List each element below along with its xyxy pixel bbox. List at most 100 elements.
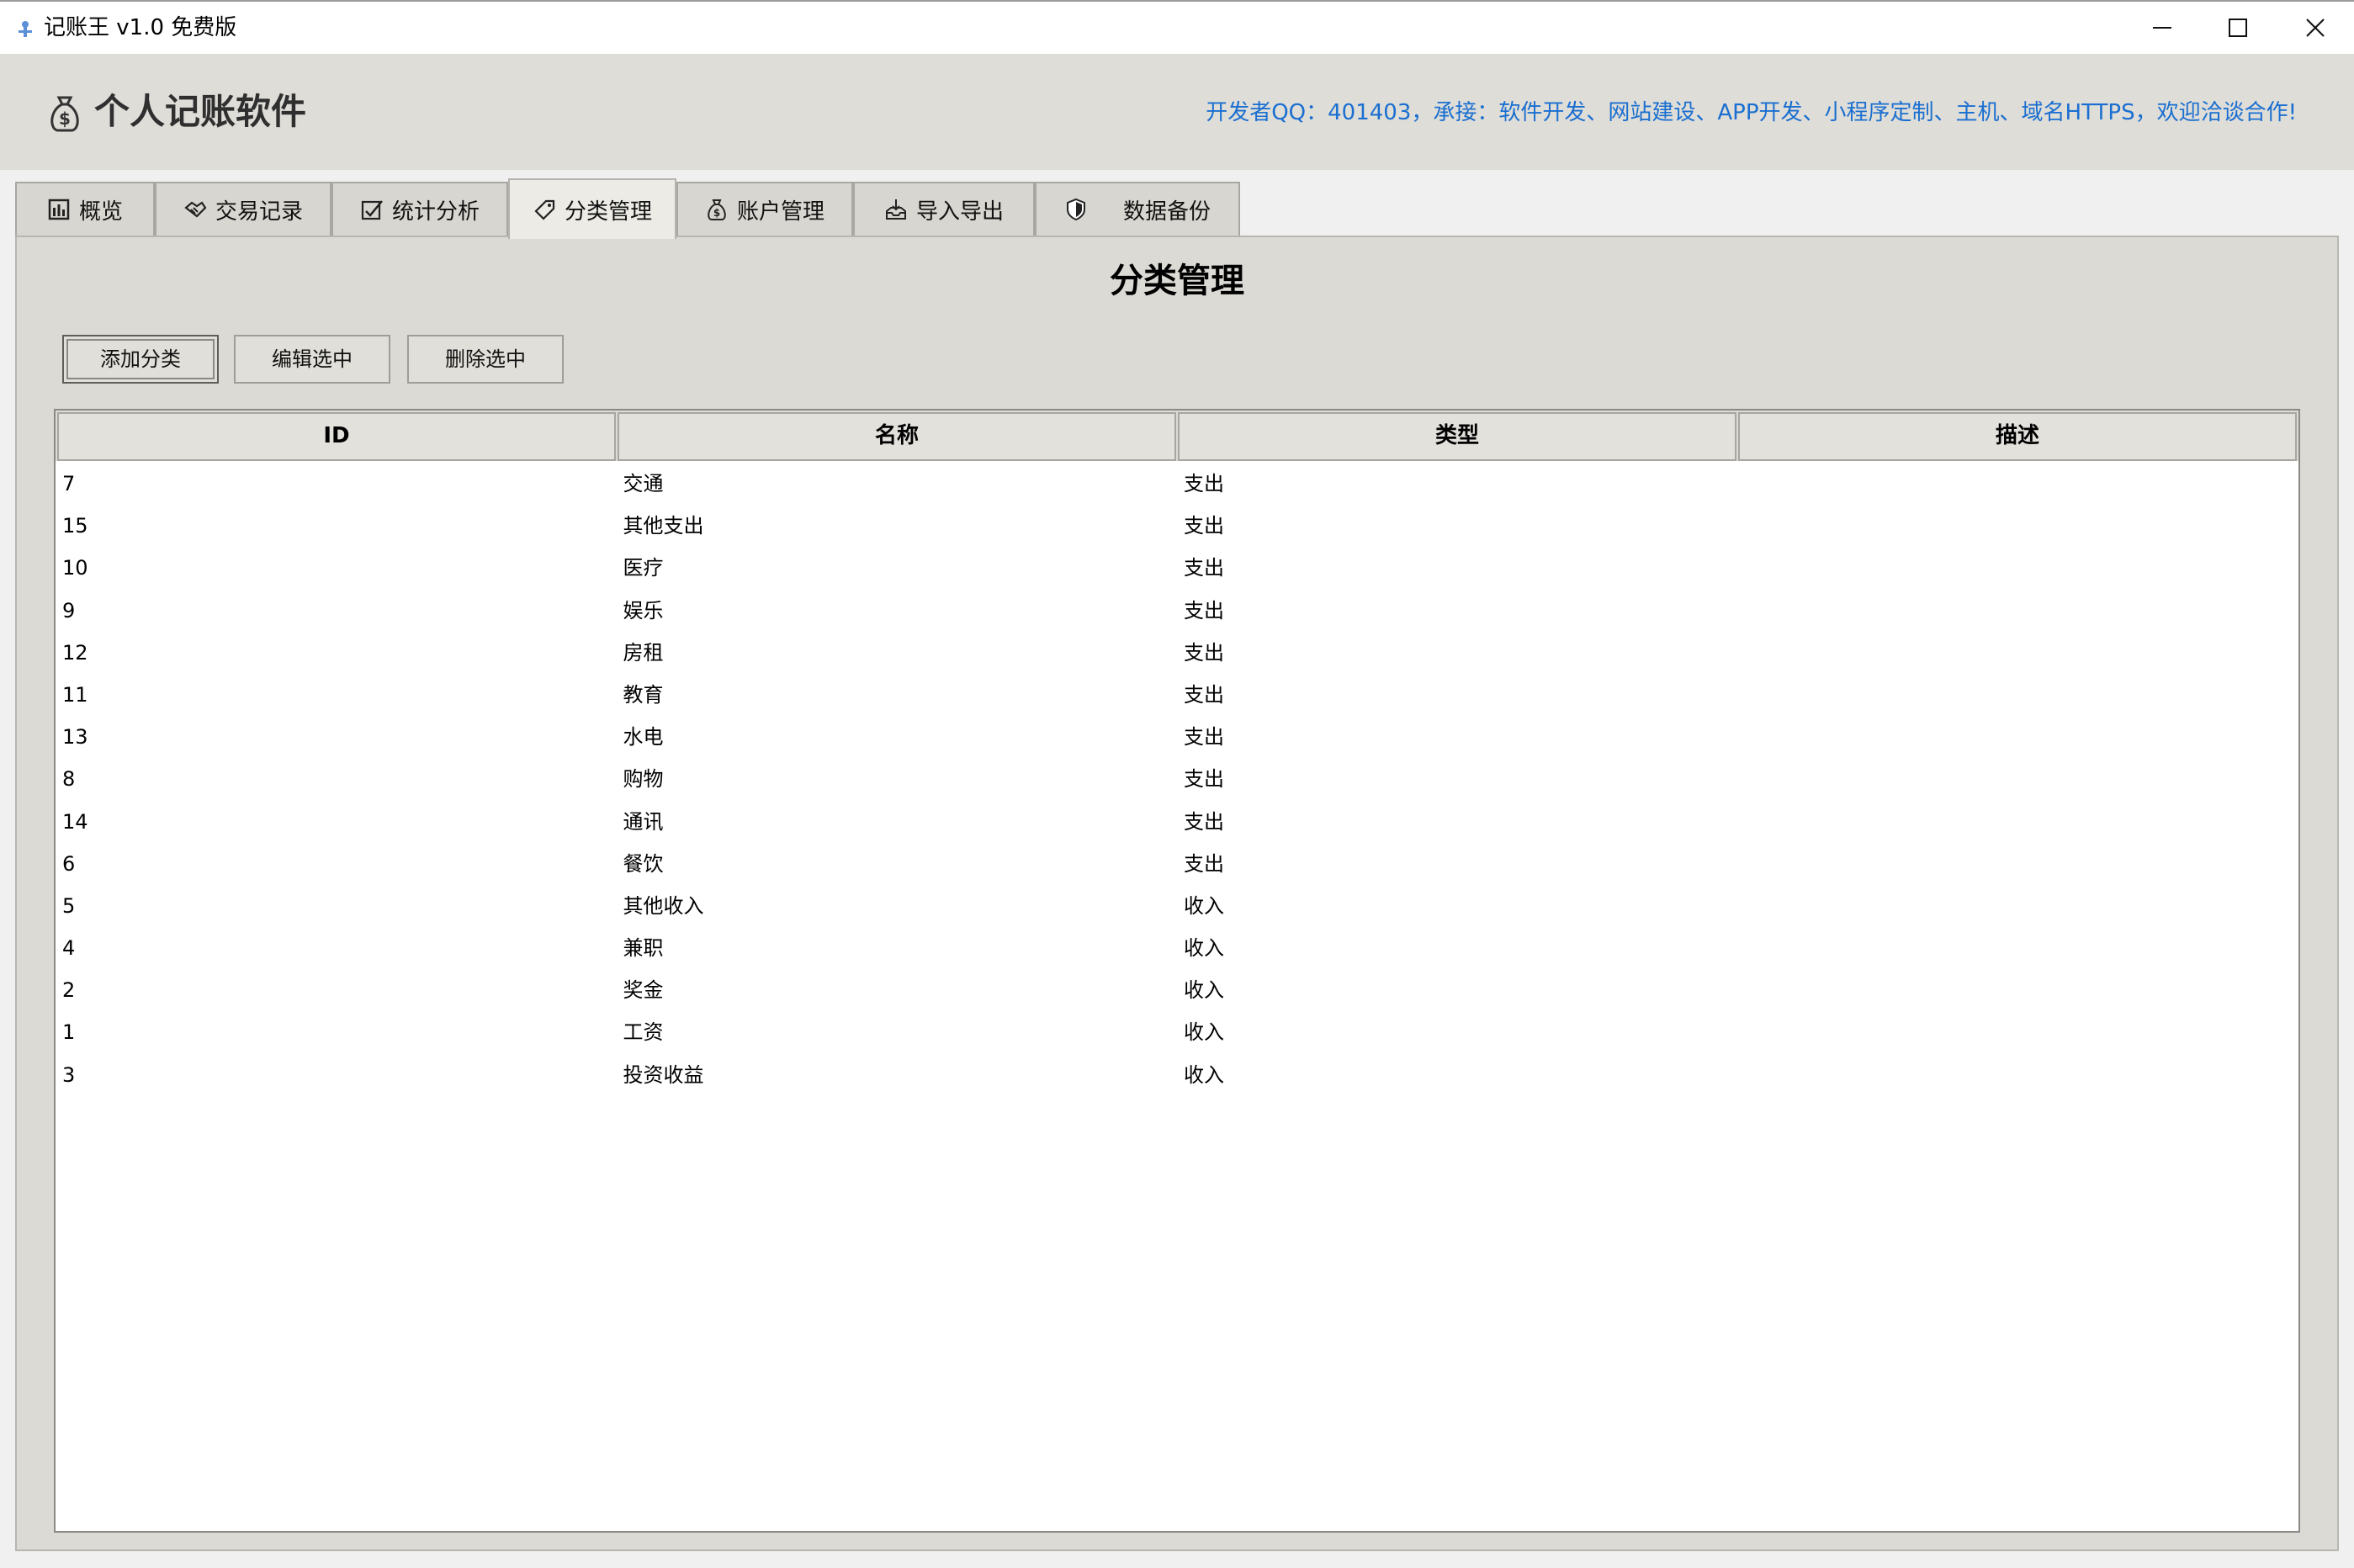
tag-icon xyxy=(534,199,555,220)
tab-label: 分类管理 xyxy=(564,199,652,225)
window-title-bar: 记账王 v1.0 免费版 xyxy=(0,0,2354,54)
cell-id: 15 xyxy=(62,514,88,538)
svg-text:$: $ xyxy=(59,109,71,129)
app-header: $ 个人记账软件 开发者QQ：401403，承接：软件开发、网站建设、APP开发… xyxy=(0,54,2354,170)
table-row[interactable]: 13 水电 支出 xyxy=(56,716,2298,758)
cell-type: 收入 xyxy=(1184,1020,1224,1045)
tab-import-export[interactable]: 导入导出 xyxy=(853,182,1035,236)
column-header-name[interactable]: 名称 xyxy=(618,412,1176,461)
table-row[interactable]: 1 工资 收入 xyxy=(56,1011,2298,1053)
developer-contact: 开发者QQ：401403，承接：软件开发、网站建设、APP开发、小程序定制、主机… xyxy=(1206,100,2297,125)
cell-id: 10 xyxy=(62,556,88,580)
tab-accounts[interactable]: $ 账户管理 xyxy=(676,182,853,236)
cell-description xyxy=(1738,801,2299,843)
cell-type: 支出 xyxy=(1184,514,1224,538)
cell-id: 5 xyxy=(62,893,76,918)
table-row[interactable]: 4 兼职 收入 xyxy=(56,927,2298,969)
cell-type: 支出 xyxy=(1184,556,1224,580)
cell-type: 支出 xyxy=(1184,472,1224,495)
cell-description xyxy=(1738,505,2299,547)
table-row[interactable]: 7 交通 支出 xyxy=(56,463,2298,505)
column-header-description[interactable]: 描述 xyxy=(1738,412,2297,461)
maximize-icon xyxy=(2229,19,2247,37)
cell-description xyxy=(1738,969,2299,1011)
category-management-panel: 分类管理 添加分类 编辑选中 删除选中 ID 名称 类型 描述 7 交通 支出 15… xyxy=(15,236,2339,1551)
cell-id: 2 xyxy=(62,978,76,1003)
tab-bar: 概览 交易记录 统计分析 分类管理 $ 账户管理 导入导出 数据备份 xyxy=(15,178,1698,239)
cell-description xyxy=(1738,1011,2299,1053)
cell-name: 购物 xyxy=(623,767,664,792)
tab-backup[interactable]: 数据备份 xyxy=(1035,182,1240,236)
cell-name: 其他支出 xyxy=(623,514,704,538)
money-bag-icon: $ xyxy=(50,96,79,132)
cell-description xyxy=(1738,632,2299,674)
cell-type: 支出 xyxy=(1184,767,1224,792)
table-row[interactable]: 5 其他收入 收入 xyxy=(56,885,2298,927)
tab-statistics[interactable]: 统计分析 xyxy=(331,182,508,236)
cell-name: 工资 xyxy=(623,1020,664,1045)
table-row[interactable]: 10 医疗 支出 xyxy=(56,547,2298,589)
cell-type: 收入 xyxy=(1184,978,1224,1003)
cell-name: 兼职 xyxy=(623,936,664,961)
cell-id: 14 xyxy=(62,809,88,834)
cell-id: 8 xyxy=(62,767,76,792)
table-row[interactable]: 3 投资收益 收入 xyxy=(56,1054,2298,1096)
money-bag-icon: $ xyxy=(708,199,726,220)
cell-name: 教育 xyxy=(623,682,664,707)
cell-id: 7 xyxy=(62,472,76,495)
app-icon xyxy=(19,21,32,37)
cell-type: 收入 xyxy=(1184,893,1224,918)
tab-transactions[interactable]: 交易记录 xyxy=(155,182,331,236)
table-row[interactable]: 2 奖金 收入 xyxy=(56,969,2298,1011)
cell-name: 房租 xyxy=(623,640,664,665)
tab-label: 数据备份 xyxy=(1122,199,1211,225)
cell-id: 6 xyxy=(62,851,76,876)
table-row[interactable]: 9 娱乐 支出 xyxy=(56,590,2298,632)
cell-name: 水电 xyxy=(623,725,664,750)
inbox-tray-icon xyxy=(885,199,906,220)
tab-overview[interactable]: 概览 xyxy=(15,182,155,236)
cell-name: 娱乐 xyxy=(623,598,664,622)
cell-type: 支出 xyxy=(1184,809,1224,834)
maximize-button[interactable] xyxy=(2199,2,2277,54)
table-row[interactable]: 12 房租 支出 xyxy=(56,632,2298,674)
cell-name: 其他收入 xyxy=(623,893,704,918)
add-category-button[interactable]: 添加分类 xyxy=(62,335,219,384)
minimize-button[interactable] xyxy=(2123,2,2201,54)
table-row[interactable]: 11 教育 支出 xyxy=(56,674,2298,716)
table-row[interactable]: 8 购物 支出 xyxy=(56,758,2298,800)
category-table[interactable]: ID 名称 类型 描述 7 交通 支出 15 其他支出 支出 10 医疗 支出 9 娱乐 支出 … xyxy=(54,409,2300,1533)
delete-selected-button[interactable]: 删除选中 xyxy=(407,335,564,384)
cell-id: 11 xyxy=(62,682,88,707)
cell-description xyxy=(1738,716,2299,758)
cell-description xyxy=(1738,758,2299,800)
table-row[interactable]: 15 其他支出 支出 xyxy=(56,505,2298,547)
tab-label: 概览 xyxy=(78,199,123,225)
tab-label: 统计分析 xyxy=(391,199,480,225)
tab-label: 交易记录 xyxy=(215,199,303,225)
window-title: 记账王 v1.0 免费版 xyxy=(44,15,237,40)
cell-name: 奖金 xyxy=(623,978,664,1003)
table-body: 7 交通 支出 15 其他支出 支出 10 医疗 支出 9 娱乐 支出 12 房租 支出 11 教育支… xyxy=(56,463,2298,1096)
column-header-id[interactable]: ID xyxy=(57,412,616,461)
cell-name: 通讯 xyxy=(623,809,664,834)
checkbox-chart-icon xyxy=(361,200,383,220)
cell-description xyxy=(1738,927,2299,969)
table-row[interactable]: 14 通讯 支出 xyxy=(56,801,2298,843)
cell-description xyxy=(1738,463,2299,505)
cell-type: 收入 xyxy=(1184,936,1224,961)
edit-selected-button[interactable]: 编辑选中 xyxy=(234,335,390,384)
column-header-type[interactable]: 类型 xyxy=(1178,412,1736,461)
shield-icon xyxy=(1066,198,1085,221)
tab-categories[interactable]: 分类管理 xyxy=(508,178,676,239)
cell-type: 收入 xyxy=(1184,1062,1224,1087)
cell-type: 支出 xyxy=(1184,682,1224,707)
cell-description xyxy=(1738,885,2299,927)
cell-type: 支出 xyxy=(1184,640,1224,665)
cell-description xyxy=(1738,843,2299,885)
table-row[interactable]: 6 餐饮 支出 xyxy=(56,843,2298,885)
cell-type: 支出 xyxy=(1184,598,1224,622)
cell-id: 1 xyxy=(62,1020,76,1045)
cell-name: 餐饮 xyxy=(623,851,664,876)
close-button[interactable] xyxy=(2277,2,2354,54)
